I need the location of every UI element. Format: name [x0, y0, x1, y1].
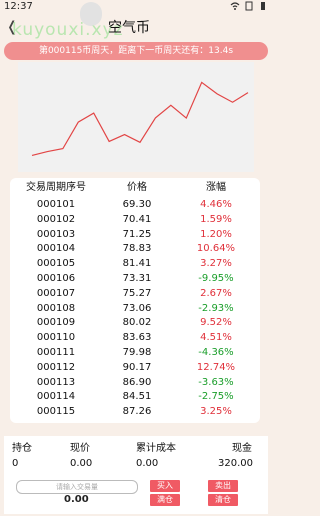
price-label: 现价	[70, 443, 90, 454]
header-price: 价格	[127, 182, 147, 193]
row-price: 81.41	[122, 258, 152, 270]
row-period: 000115	[36, 406, 76, 418]
row-period: 000105	[36, 258, 76, 270]
panel-headers: 持仓 现价 累计成本 现金	[4, 439, 268, 454]
trade-panel: 持仓 现价 累计成本 现金 0 0.00 0.00 320.00 请输入交易量 …	[4, 436, 268, 514]
watermark: kuyouxi.xyz	[12, 20, 124, 40]
row-change: 3.27%	[200, 258, 232, 270]
row-change: 2.67%	[200, 287, 232, 299]
price-table: 交易周期序号 价格 涨幅 000101 69.30 4.46% 000102 70.41…	[10, 178, 260, 423]
row-price: 75.27	[122, 287, 152, 299]
row-price: 86.90	[122, 376, 152, 388]
row-change: -2.75%	[198, 391, 234, 403]
full-buy-button[interactable]: 满仓	[150, 494, 180, 506]
row-period: 000104	[36, 243, 76, 255]
clear-button[interactable]: 清仓	[208, 494, 238, 506]
status-bar: 12:37	[0, 0, 272, 14]
row-change: 3.25%	[200, 406, 232, 418]
row-change: 12.74%	[196, 361, 236, 373]
table-row: 000102 70.41 1.59%	[10, 213, 260, 228]
row-price: 79.98	[122, 346, 152, 358]
price-value: 0.00	[70, 458, 93, 469]
row-price: 78.83	[122, 243, 152, 255]
table-row: 000103 71.25 1.20%	[10, 228, 260, 243]
table-row: 000108 73.06 -2.93%	[10, 302, 260, 317]
table-row: 000104 78.83 10.64%	[10, 242, 260, 257]
table-row: 000115 87.26 3.25%	[10, 405, 260, 420]
row-change: 1.20%	[200, 228, 232, 240]
row-period: 000114	[36, 391, 76, 403]
header-change: 涨幅	[206, 182, 226, 193]
hold-label: 持仓	[12, 443, 32, 454]
row-period: 000113	[36, 376, 76, 388]
table-row: 000112 90.17 12.74%	[10, 361, 260, 376]
row-period: 000101	[36, 199, 76, 210]
trade-volume-input[interactable]: 请输入交易量	[16, 480, 138, 494]
wifi-icon	[230, 2, 240, 10]
row-period: 000109	[36, 317, 76, 329]
status-icons	[230, 1, 268, 11]
sim-icon	[245, 1, 253, 11]
buy-button[interactable]: 买入	[150, 480, 180, 492]
table-row: 000105 81.41 3.27%	[10, 257, 260, 272]
row-period: 000107	[36, 287, 76, 299]
cycle-banner: 第000115币周天，距离下一币周天还有：13.4s	[4, 42, 268, 60]
row-period: 000110	[36, 332, 76, 344]
table-row: 000109 80.02 9.52%	[10, 316, 260, 331]
row-change: 1.59%	[200, 213, 232, 225]
status-time: 12:37	[4, 1, 33, 12]
row-price: 69.30	[122, 199, 152, 210]
header-period: 交易周期序号	[26, 182, 86, 193]
cash-label: 现金	[232, 443, 252, 454]
row-price: 90.17	[122, 361, 152, 373]
table-row: 000110 83.63 4.51%	[10, 331, 260, 346]
back-arrow-icon[interactable]: ❬	[6, 19, 18, 35]
row-change: -4.36%	[198, 346, 234, 358]
row-change: 4.46%	[200, 199, 232, 210]
row-period: 000106	[36, 272, 76, 284]
price-chart	[18, 62, 254, 172]
table-row: 000106 73.31 -9.95%	[10, 272, 260, 287]
row-change: 4.51%	[200, 332, 232, 344]
row-change: -2.93%	[198, 302, 234, 314]
table-header: 交易周期序号 价格 涨幅	[10, 178, 260, 198]
table-row: 000113 86.90 -3.63%	[10, 376, 260, 391]
row-period: 000103	[36, 228, 76, 240]
row-change: 9.52%	[200, 317, 232, 329]
table-row: 000114 84.51 -2.75%	[10, 390, 260, 405]
row-period: 000108	[36, 302, 76, 314]
row-period: 000111	[36, 346, 76, 358]
price-line	[31, 81, 249, 157]
row-price: 70.41	[122, 213, 152, 225]
cost-label: 累计成本	[136, 443, 176, 454]
row-change: 10.64%	[196, 243, 236, 255]
row-price: 87.26	[122, 406, 152, 418]
row-price: 73.06	[122, 302, 152, 314]
row-price: 71.25	[122, 228, 152, 240]
table-row: 000107 75.27 2.67%	[10, 287, 260, 302]
sell-button[interactable]: 卖出	[208, 480, 238, 492]
cash-value: 320.00	[218, 458, 253, 469]
row-price: 83.63	[122, 332, 152, 344]
price-chart-svg	[31, 81, 249, 157]
row-price: 73.31	[122, 272, 152, 284]
table-row: 000111 79.98 -4.36%	[10, 346, 260, 361]
quantity-value: 0.00	[64, 494, 89, 505]
row-period: 000112	[36, 361, 76, 373]
hold-value: 0	[12, 458, 19, 469]
row-change: -9.95%	[198, 272, 234, 284]
panel-values: 0 0.00 0.00 320.00	[4, 458, 268, 472]
page-title: 空气币	[108, 20, 150, 36]
row-price: 80.02	[122, 317, 152, 329]
row-price: 84.51	[122, 391, 152, 403]
table-row: 000101 69.30 4.46%	[10, 198, 260, 213]
row-period: 000102	[36, 213, 76, 225]
battery-icon	[261, 2, 265, 10]
row-change: -3.63%	[198, 376, 234, 388]
cost-value: 0.00	[136, 458, 159, 469]
